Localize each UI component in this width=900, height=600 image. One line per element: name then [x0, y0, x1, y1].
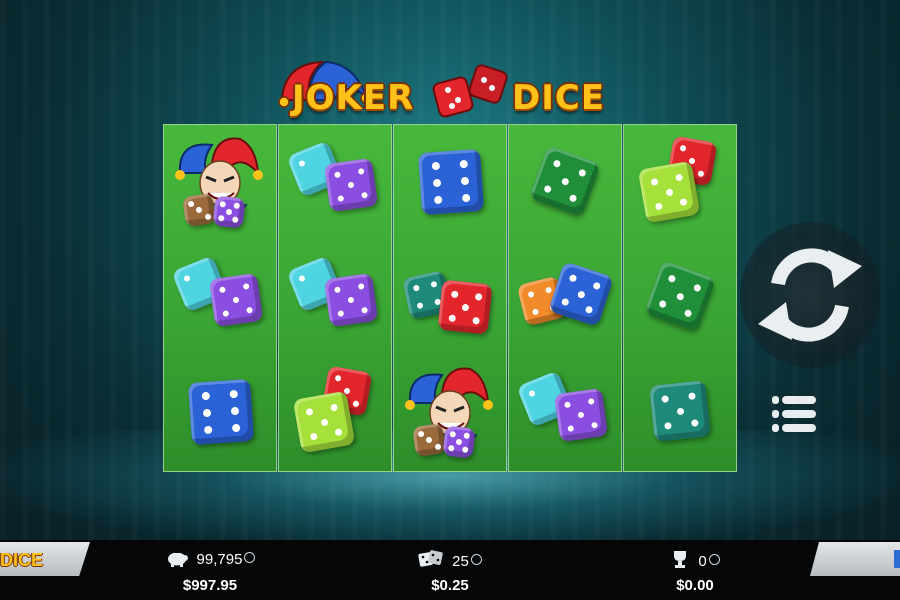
symbol-joker [164, 125, 276, 240]
piggy-bank-icon [167, 551, 188, 567]
reel-4 [508, 124, 622, 472]
balance-display: 99,795 $997.95 [130, 545, 290, 600]
die-lime [637, 160, 701, 224]
reel-3 [393, 124, 507, 472]
symbol-cyan-purple-dice [509, 355, 621, 470]
bet-coins: 25 [452, 553, 469, 570]
coin-icon [470, 554, 482, 565]
die-blue [187, 378, 255, 446]
balance-coins: 99,795 [196, 551, 243, 568]
balance-money: $997.95 [182, 577, 238, 594]
die-lime [292, 390, 356, 454]
symbol-lime-red-dice [279, 355, 391, 470]
coin-icon [708, 554, 720, 565]
left-tab-label: DICE [0, 550, 44, 570]
refresh-icon [758, 248, 862, 342]
reel-2 [278, 124, 392, 472]
game-logo: JOKER DICE [268, 60, 628, 132]
die-brown [412, 423, 446, 457]
symbol-cyan-purple-dice [164, 240, 276, 355]
symbol-teal-die [624, 355, 736, 470]
logo-word-dice: DICE [512, 78, 606, 118]
die-green [529, 145, 601, 217]
win-money: $0.00 [676, 577, 714, 594]
die-purple [442, 425, 476, 459]
logo-dice-icon [432, 64, 508, 118]
reel-grid[interactable] [163, 124, 737, 472]
right-tab[interactable] [810, 542, 900, 576]
symbol-blue-die [164, 355, 276, 470]
symbol-cyan-purple-dice [279, 240, 391, 355]
symbol-green-die [509, 125, 621, 240]
right-tab-mark [894, 550, 900, 568]
die-teal [649, 380, 711, 442]
symbol-green-die [624, 240, 736, 355]
symbol-cyan-purple-dice [279, 125, 391, 240]
bet-money: $0.25 [431, 577, 469, 594]
die-blue [417, 148, 485, 216]
dice-icon [418, 550, 443, 567]
win-display: 0 $0.00 [615, 545, 775, 600]
left-logo-tab[interactable]: DICE [0, 542, 90, 576]
symbol-lime-red-dice [624, 125, 736, 240]
die-purple [553, 387, 609, 443]
logo-word-joker: JOKER [292, 78, 415, 118]
die-purple [323, 272, 379, 328]
symbol-orange-blue-dice [509, 240, 621, 355]
reel-1 [163, 124, 277, 472]
die-green [644, 260, 716, 332]
symbol-joker [394, 355, 506, 470]
die-purple [212, 195, 246, 229]
win-coins: 0 [698, 553, 707, 570]
trophy-icon [674, 551, 687, 568]
symbol-blue-die [394, 125, 506, 240]
die-purple [208, 272, 264, 328]
coin-icon [244, 552, 256, 563]
spin-button[interactable] [740, 222, 880, 368]
bet-display[interactable]: 25 $0.25 [370, 545, 530, 600]
menu-button[interactable] [770, 392, 820, 438]
reel-5 [623, 124, 737, 472]
die-purple [323, 157, 379, 213]
die-red [437, 279, 493, 335]
die-brown [182, 193, 216, 227]
symbol-teal-red-dice [394, 240, 506, 355]
